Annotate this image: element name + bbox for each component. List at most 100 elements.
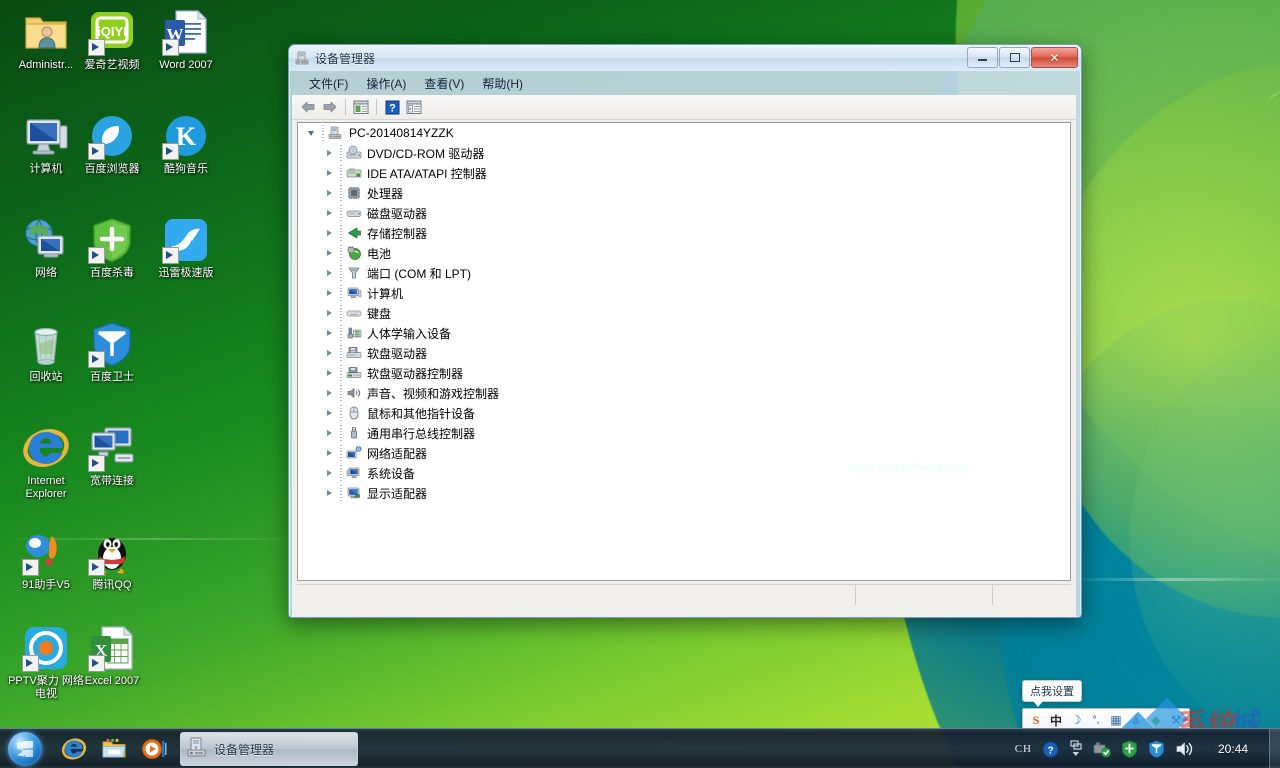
expander-right-icon[interactable]: [322, 363, 336, 383]
tree-node[interactable]: 人体学输入设备: [298, 323, 1070, 343]
close-button[interactable]: ✕: [1031, 47, 1078, 68]
ql-windows-explorer[interactable]: [94, 732, 134, 766]
sogou-logo-icon[interactable]: S: [1026, 711, 1046, 729]
taskbar-clock[interactable]: 20:44: [1199, 742, 1267, 756]
user-icon[interactable]: ♟: [1126, 711, 1146, 729]
tree-node[interactable]: 键盘: [298, 303, 1070, 323]
tree-node[interactable]: 端口 (COM 和 LPT): [298, 263, 1070, 283]
tray-help-icon[interactable]: ?: [1042, 741, 1059, 758]
show-hide-tree-button[interactable]: [350, 96, 372, 118]
help-button[interactable]: ?: [381, 96, 403, 118]
keyboard-icon: [346, 305, 362, 321]
tree-node[interactable]: 声音、视频和游戏控制器: [298, 383, 1070, 403]
desktop-icon-excel-2007[interactable]: X Excel 2007: [74, 624, 150, 688]
menu-file[interactable]: 文件(F): [300, 73, 357, 94]
desktop-icon-label: 网络: [8, 267, 84, 280]
back-button[interactable]: [297, 96, 319, 118]
window-titlebar[interactable]: 设备管理器 ✕: [289, 45, 1081, 71]
tree-node[interactable]: 存储控制器: [298, 223, 1070, 243]
expander-right-icon[interactable]: [322, 383, 336, 403]
tray-overflow-icon[interactable]: [1069, 739, 1083, 759]
moon-icon[interactable]: ☽: [1066, 711, 1086, 729]
start-orb[interactable]: [2, 730, 48, 768]
skin-icon[interactable]: ◆: [1146, 711, 1166, 729]
expander-right-icon[interactable]: [322, 203, 336, 223]
tree-root-node[interactable]: PC-20140814YZZK: [298, 123, 1070, 143]
desktop-icon-baidu-browser[interactable]: 百度浏览器: [74, 112, 150, 176]
desktop-icon-computer[interactable]: 计算机: [8, 112, 84, 176]
desktop-icon-iqiyi-video[interactable]: iQIYI 爱奇艺视频: [74, 8, 150, 72]
ql-internet-explorer[interactable]: [54, 732, 94, 766]
expander-down-icon[interactable]: [304, 123, 318, 143]
taskbar[interactable]: 设备管理器 CH ?: [0, 728, 1280, 768]
device-tree[interactable]: PC-20140814YZZKDVD/CD-ROM 驱动器IDE ATA/ATA…: [297, 122, 1071, 581]
expander-right-icon[interactable]: [322, 183, 336, 203]
expander-right-icon[interactable]: [322, 323, 336, 343]
expander-right-icon[interactable]: [322, 343, 336, 363]
menu-help[interactable]: 帮助(H): [473, 73, 532, 94]
tree-node[interactable]: 磁盘驱动器: [298, 203, 1070, 223]
tree-connector: [336, 423, 346, 443]
expander-right-icon[interactable]: [322, 143, 336, 163]
desktop-icon-xunlei-speed[interactable]: 迅雷极速版: [148, 216, 224, 280]
desktop-icon-recycle-bin[interactable]: 回收站: [8, 320, 84, 384]
ime-settings-tooltip[interactable]: 点我设置: [1022, 680, 1082, 702]
tray-volume-icon[interactable]: [1175, 740, 1194, 758]
tree-node[interactable]: DVD/CD-ROM 驱动器: [298, 143, 1070, 163]
tree-node[interactable]: 显示适配器: [298, 483, 1070, 503]
expander-right-icon[interactable]: [322, 403, 336, 423]
desktop-icon-network[interactable]: 网络: [8, 216, 84, 280]
expander-right-icon[interactable]: [322, 423, 336, 443]
tree-node[interactable]: 处理器: [298, 183, 1070, 203]
desktop-icon-baidu-antivirus[interactable]: 百度杀毒: [74, 216, 150, 280]
tray-ime-label[interactable]: CH: [1015, 743, 1032, 755]
desktop-icon-baidu-guard[interactable]: 百度卫士: [74, 320, 150, 384]
tree-node[interactable]: 鼠标和其他指针设备: [298, 403, 1070, 423]
menu-action[interactable]: 操作(A): [357, 73, 415, 94]
tree-connector: [336, 463, 346, 483]
tree-node[interactable]: 系统设备: [298, 463, 1070, 483]
desktop-icon-tencent-qq[interactable]: 腾讯QQ: [74, 528, 150, 592]
soft-keyboard-icon[interactable]: ▦: [1106, 711, 1126, 729]
ql-media-player[interactable]: [134, 732, 174, 766]
minimize-button[interactable]: [967, 47, 998, 68]
desktop-icon-administrator-folder[interactable]: Administr...: [8, 8, 84, 72]
desktop-icon-word-2007[interactable]: W Word 2007: [148, 8, 224, 72]
chinese-mode-icon[interactable]: 中: [1046, 711, 1066, 729]
punctuation-icon[interactable]: °,: [1086, 711, 1106, 729]
properties-button[interactable]: [403, 96, 425, 118]
menu-view[interactable]: 查看(V): [415, 73, 473, 94]
expander-right-icon[interactable]: [322, 223, 336, 243]
tree-node[interactable]: IDE ATA/ATAPI 控制器: [298, 163, 1070, 183]
tree-node[interactable]: 电池: [298, 243, 1070, 263]
expander-right-icon[interactable]: [322, 463, 336, 483]
expander-right-icon[interactable]: [322, 163, 336, 183]
toolbox-icon[interactable]: ⚒: [1166, 711, 1186, 729]
tree-node[interactable]: 软盘驱动器: [298, 343, 1070, 363]
expander-right-icon[interactable]: [322, 283, 336, 303]
maximize-button[interactable]: [999, 47, 1030, 68]
desktop-icon-broadband-connection[interactable]: 宽带连接: [74, 424, 150, 488]
device-manager-window[interactable]: 设备管理器 ✕ 文件(F) 操作(A) 查看(V) 帮助(H): [288, 44, 1082, 618]
desktop-icon-internet-explorer[interactable]: Internet Explorer: [8, 424, 84, 501]
expander-right-icon[interactable]: [322, 483, 336, 503]
tray-baidu-guard-icon[interactable]: [1148, 740, 1165, 758]
desktop-icon-label: 回收站: [8, 371, 84, 384]
expander-right-icon[interactable]: [322, 303, 336, 323]
task-device-manager[interactable]: 设备管理器: [180, 732, 358, 766]
show-desktop-button[interactable]: [1269, 729, 1280, 768]
tree-node[interactable]: 计算机: [298, 283, 1070, 303]
tree-node[interactable]: 通用串行总线控制器: [298, 423, 1070, 443]
tree-node[interactable]: 软盘驱动器控制器: [298, 363, 1070, 383]
expander-right-icon[interactable]: [322, 443, 336, 463]
desktop-icon-pptv-network-tv[interactable]: PPTV聚力 网络电视: [8, 624, 84, 701]
tray-baidu-antivirus-icon[interactable]: [1121, 740, 1138, 758]
expander-right-icon[interactable]: [322, 263, 336, 283]
shortcut-arrow-icon: [162, 39, 179, 56]
desktop-icon-assistant-91-v5[interactable]: 91助手V5: [8, 528, 84, 592]
tray-usb-safe-icon[interactable]: [1093, 740, 1111, 758]
desktop-icon-kugou-music[interactable]: K 酷狗音乐: [148, 112, 224, 176]
tree-node[interactable]: 网络适配器: [298, 443, 1070, 463]
expander-right-icon[interactable]: [322, 243, 336, 263]
forward-button[interactable]: [319, 96, 341, 118]
